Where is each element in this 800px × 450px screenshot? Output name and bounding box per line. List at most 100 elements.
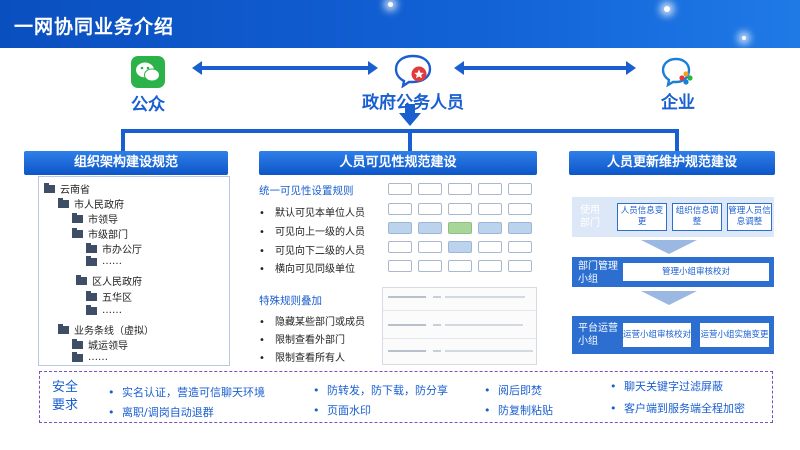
folder-icon: [72, 351, 83, 362]
tree-item: 市级部门: [72, 226, 128, 241]
grid-cell: [508, 203, 532, 215]
grid-cell-highlight: [448, 222, 472, 234]
grid-cell: [418, 241, 442, 253]
tree-item: 区人民政府: [76, 273, 142, 288]
special-rule-item: • 隐藏某些部门或成员: [259, 317, 365, 328]
tree-item: 市办公厅: [86, 241, 142, 256]
settings-preview-image: [382, 287, 538, 365]
unified-rule-item: • 可见向下二级的人员: [259, 246, 365, 257]
grid-cell: [388, 260, 412, 272]
security-label: 安全要求: [52, 380, 79, 413]
grid-cell: [418, 222, 442, 234]
sparkle-decoration: [742, 36, 746, 40]
tree-item: ……: [86, 304, 122, 316]
folder-icon: [86, 290, 97, 301]
grid-cell: [448, 183, 472, 195]
security-item: • 客户端到服务端全程加密: [610, 402, 745, 415]
grid-cell: [388, 183, 412, 195]
flow-down-arrow: [641, 240, 697, 254]
grid-cell: [478, 183, 502, 195]
tree-item: 市人民政府: [58, 196, 124, 211]
unified-rule-item: • 横向可见同级单位: [259, 264, 355, 275]
folder-icon: [72, 227, 83, 238]
actor-enterprise: 企业: [656, 56, 700, 113]
unified-rules-title: 统一可见性设置规则: [259, 185, 354, 197]
grid-cell: [478, 203, 502, 215]
grid-cell: [418, 203, 442, 215]
folder-icon: [58, 197, 69, 208]
grid-cell: [448, 260, 472, 272]
preview-line: [433, 324, 441, 326]
folder-icon: [44, 182, 55, 193]
preview-line: [433, 296, 441, 298]
grid-cell: [388, 203, 412, 215]
actor-public-label: 公众: [131, 95, 165, 115]
gov-enterprise-arrow: [454, 61, 636, 75]
preview-line: [388, 296, 426, 298]
tree-item: 五华区: [86, 289, 132, 304]
preview-divider: [383, 338, 538, 339]
special-rule-item: • 限制查看外部门: [259, 335, 345, 346]
grid-cell: [508, 260, 532, 272]
section-visibility-title: 人员可见性规范建设: [259, 151, 537, 175]
security-item: • 防转发，防下载，防分享: [313, 384, 448, 397]
preview-line: [433, 350, 441, 352]
actor-public: 公众: [128, 56, 168, 115]
grid-cell: [478, 260, 502, 272]
preview-line: [388, 350, 426, 352]
gov-chat-icon: [394, 54, 432, 88]
tree-item: 市领导: [72, 211, 118, 226]
preview-line: [445, 296, 525, 298]
tree-item: 业务条线（虚拟）: [58, 322, 154, 337]
section-maintenance-title: 人员更新维护规范建设: [569, 151, 775, 175]
use-dept-label: 使用部门: [580, 205, 600, 229]
tree-item: 城运领导: [72, 337, 128, 352]
grid-cell: [448, 203, 472, 215]
security-item: • 防复制粘贴: [484, 404, 553, 417]
wechat-icon: [131, 56, 165, 88]
folder-icon: [58, 323, 69, 334]
use-box-org-adjust: 组织信息调整: [672, 203, 722, 231]
security-item: • 实名认证，营造可信聊天环境: [108, 386, 265, 399]
security-item: • 离职/调岗自动退群: [108, 406, 214, 419]
grid-cell: [508, 183, 532, 195]
grid-cell: [388, 222, 412, 234]
tree-item: ……: [72, 351, 108, 363]
folder-icon: [86, 304, 97, 315]
section-bracket: [121, 129, 679, 151]
grid-cell: [508, 241, 532, 253]
unified-rule-item: • 默认可见本单位人员: [259, 208, 365, 219]
platform-ops-label: 平台运营小组: [578, 323, 618, 347]
grid-cell: [508, 222, 532, 234]
bracket-center-stem: [408, 129, 412, 151]
gov-down-arrowhead: [399, 113, 421, 126]
platform-review-box: 运营小组审核校对: [622, 322, 692, 348]
preview-line: [445, 350, 533, 352]
flow-down-arrow: [641, 291, 697, 305]
header-bar: 一网协同业务介绍: [0, 0, 800, 48]
dept-admin-label: 部门管理小组: [578, 261, 618, 285]
preview-line: [445, 324, 523, 326]
grid-cell: [418, 183, 442, 195]
security-item: • 聊天关键字过滤屏蔽: [610, 380, 723, 393]
actor-enterprise-label: 企业: [661, 93, 695, 113]
dept-admin-review-box: 管理小组审核校对: [622, 262, 770, 282]
special-rules-title: 特殊规则叠加: [259, 295, 322, 307]
unified-rule-item: • 可见向上一级的人员: [259, 227, 365, 238]
folder-icon: [72, 338, 83, 349]
platform-implement-box: 运营小组实施变更: [699, 322, 770, 348]
folder-icon: [86, 242, 97, 253]
tree-item: 云南省: [44, 181, 90, 196]
folder-icon: [72, 212, 83, 223]
tree-item: ……: [86, 255, 122, 267]
preview-divider: [383, 310, 538, 311]
grid-cell: [478, 222, 502, 234]
folder-icon: [86, 255, 97, 266]
sparkle-decoration: [388, 2, 393, 7]
public-gov-arrow: [192, 61, 378, 75]
grid-cell: [448, 241, 472, 253]
use-box-personnel-change: 人员信息变更: [617, 203, 667, 231]
page-title: 一网协同业务介绍: [14, 16, 175, 38]
enterprise-chat-icon: [661, 57, 693, 88]
use-box-admin-adjust: 管理人员信息调整: [727, 203, 772, 231]
